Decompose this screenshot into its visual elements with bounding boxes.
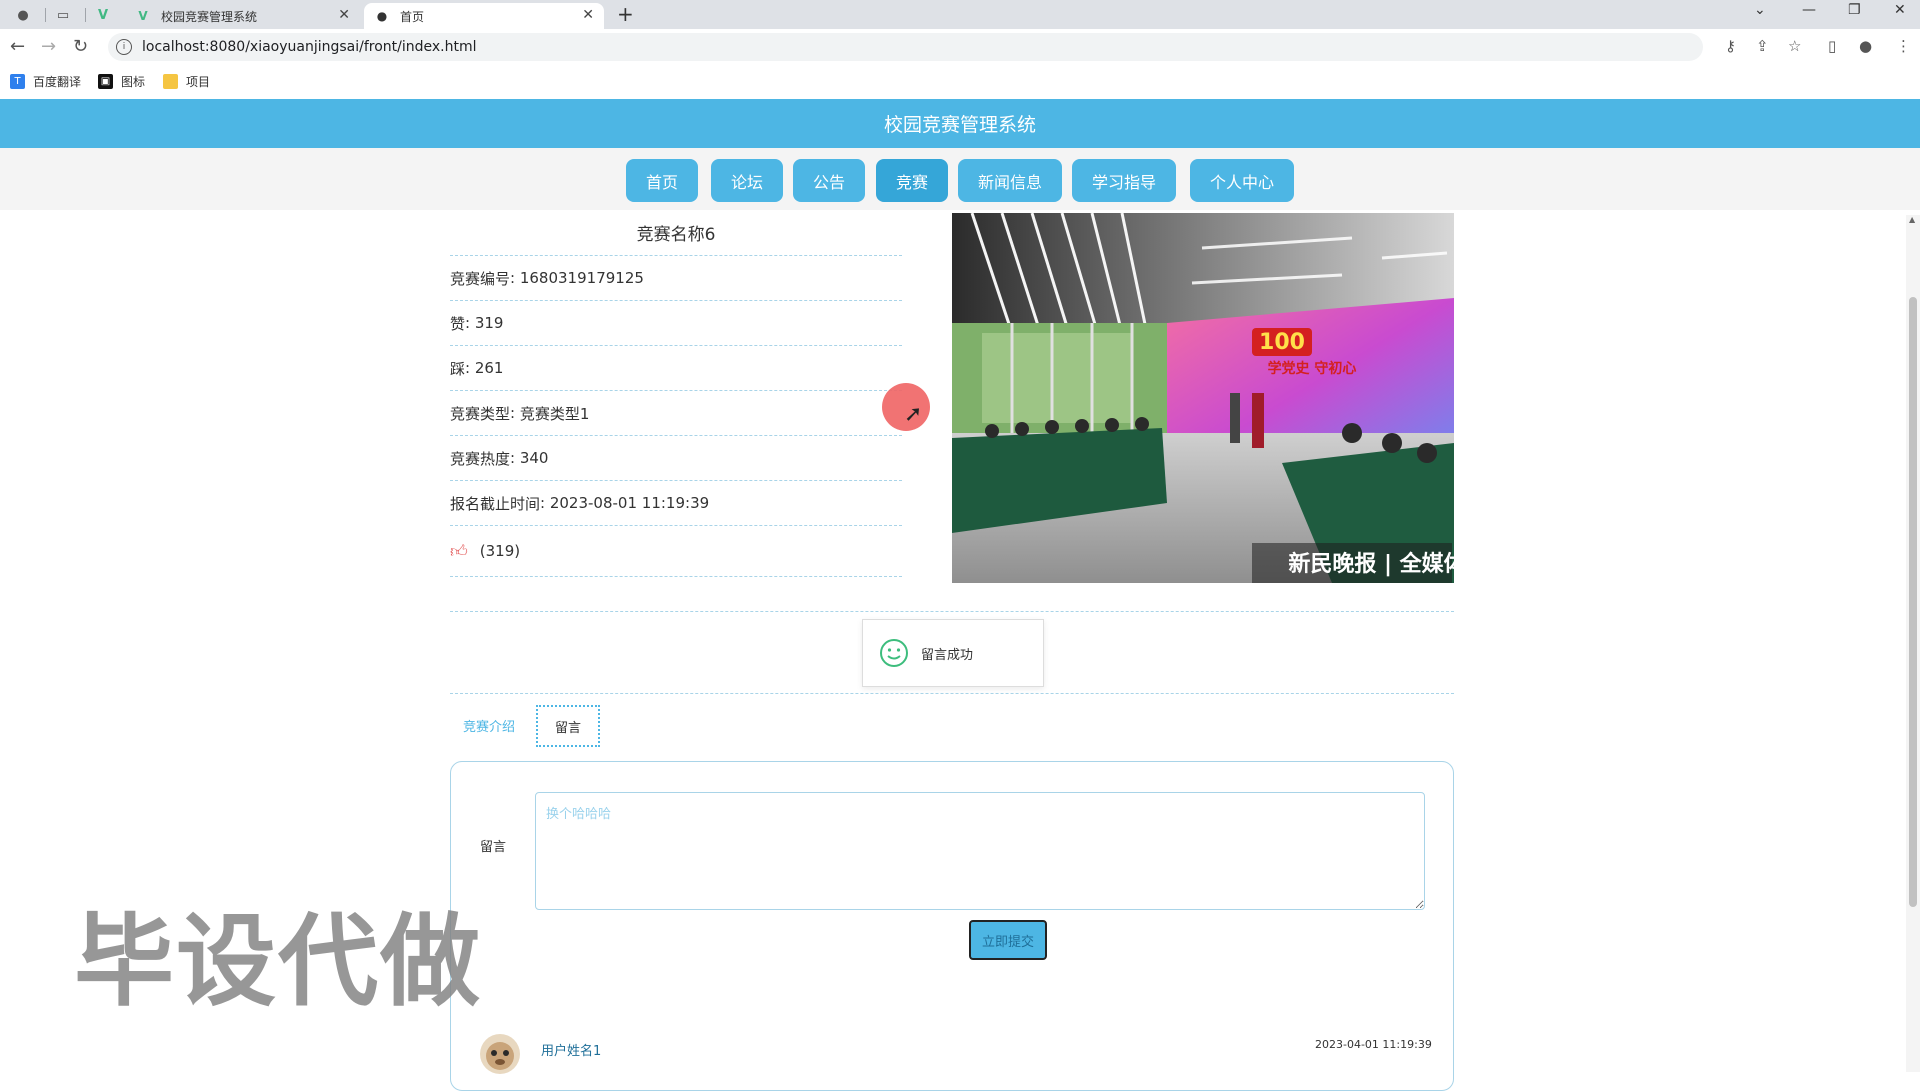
field-row-deadline: 报名截止时间: 2023-08-01 11:19:39 [450, 480, 902, 525]
nav-personal-center[interactable]: 个人中心 [1190, 159, 1294, 202]
image-caption: 新民晚报 | 全媒体 [1288, 551, 1454, 577]
bookmarks-bar: T 百度翻译 ▣ 图标 项目 [0, 65, 1920, 100]
browser-tab-bar: ● ▭ V V 校园竞赛管理系统 ✕ ● 首页 ✕ + ⌄ — ❐ ✕ [0, 0, 1920, 29]
field-row-heat: 竞赛热度: 340 [450, 435, 902, 480]
competition-title: 竞赛名称6 [636, 225, 716, 245]
reload-icon[interactable]: ↻ [73, 36, 88, 57]
bookmark-label: 项目 [186, 75, 211, 89]
field-label: 踩 [450, 359, 466, 378]
avatar[interactable] [480, 1034, 520, 1074]
field-value: 319 [474, 314, 504, 332]
bookmark-label: 百度翻译 [33, 75, 82, 89]
forward-arrow-icon[interactable]: → [41, 36, 56, 57]
field-value: 1680319179125 [519, 269, 644, 287]
new-tab-button[interactable]: + [617, 2, 634, 26]
nav-notice[interactable]: 公告 [793, 159, 865, 202]
scroll-up-arrow-icon[interactable]: ▲ [1909, 215, 1915, 224]
nav-study-guide[interactable]: 学习指导 [1072, 159, 1176, 202]
image-banner-text: 学党史 守初心 [1268, 360, 1357, 377]
watermark: 毕设代做 [74, 903, 482, 1020]
site-title: 校园竞赛管理系统 [883, 114, 1036, 136]
comment-label: 留言 [480, 840, 507, 855]
bookmark-project[interactable]: 项目 [163, 73, 210, 90]
folder-icon [163, 74, 178, 89]
url-text: localhost:8080/xiaoyuanjingsai/front/ind… [142, 39, 477, 55]
thumbs-up-icon[interactable]: 👍︎ [450, 541, 468, 562]
sidebar-icon[interactable]: ▯ [1828, 37, 1836, 55]
comment-time: 2023-04-01 11:19:39 [1315, 1038, 1432, 1051]
field-row-id: 竞赛编号: 1680319179125 [450, 255, 902, 300]
competition-image: 100 学党史 守初心 新民晚报 | 全媒体 [952, 213, 1454, 583]
tab-search-icon[interactable]: ⌄ [1754, 2, 1766, 18]
translate-icon: T [10, 74, 25, 89]
nav-competition[interactable]: 竞赛 [876, 159, 948, 202]
smile-icon [880, 639, 908, 667]
field-label: 竞赛热度 [450, 449, 511, 468]
tab-intro[interactable]: 竞赛介绍 [463, 716, 515, 735]
browser-tab-title: 首页 [400, 9, 425, 24]
restore-button[interactable]: ❐ [1848, 2, 1861, 18]
address-bar-row: ← → ↻ i localhost:8080/xiaoyuanjingsai/f… [0, 29, 1920, 65]
field-value: 竞赛类型1 [519, 404, 590, 423]
key-icon[interactable]: ⚷ [1725, 37, 1736, 55]
bookmark-icons[interactable]: ▣ 图标 [98, 73, 145, 90]
cursor-arrow-icon: ➚ [904, 402, 923, 427]
bookmark-label: 图标 [121, 75, 146, 89]
submit-button[interactable]: 立即提交 [969, 920, 1047, 960]
image-icon: ▣ [98, 74, 113, 89]
section-divider [450, 611, 1454, 612]
page-scrollbar[interactable]: ▲ [1906, 215, 1920, 1072]
browser-tab-system[interactable]: V 校园竞赛管理系统 ✕ [125, 3, 360, 29]
comment-user-name[interactable]: 用户姓名1 [541, 1040, 601, 1059]
image-logo-text: 100 [1259, 330, 1305, 355]
main-nav: 首页 论坛 公告 竞赛 新闻信息 学习指导 个人中心 [0, 148, 1920, 210]
success-toast: 留言成功 [862, 619, 1044, 687]
menu-icon[interactable]: ⋮ [1896, 37, 1911, 55]
nav-news[interactable]: 新闻信息 [958, 159, 1062, 202]
toast-message: 留言成功 [921, 647, 974, 663]
info-icon[interactable]: i [116, 39, 132, 55]
field-value: 2023-08-01 11:19:39 [549, 494, 710, 512]
globe-icon: ● [376, 9, 388, 23]
field-label: 报名截止时间 [450, 494, 541, 513]
field-value: 340 [519, 449, 549, 467]
site-header: 校园竞赛管理系统 [0, 99, 1920, 148]
avatar-image [480, 1034, 520, 1074]
globe-icon[interactable]: ● [8, 4, 38, 26]
star-icon[interactable]: ☆ [1788, 37, 1801, 55]
field-label: 竞赛类型 [450, 404, 511, 423]
back-arrow-icon[interactable]: ← [10, 36, 25, 57]
blank-tab-icon[interactable]: ▭ [48, 4, 78, 26]
vue-icon: V [138, 9, 148, 23]
competition-photo-graphic: 100 学党史 守初心 新民晚报 | 全媒体 [952, 213, 1454, 583]
tab-comment[interactable]: 留言 [536, 705, 600, 747]
close-icon[interactable]: ✕ [338, 7, 350, 23]
url-bar[interactable]: i localhost:8080/xiaoyuanjingsai/front/i… [108, 33, 1703, 61]
like-count: (319) [479, 542, 521, 560]
profile-icon[interactable]: ● [1859, 37, 1872, 55]
field-value: 261 [474, 359, 504, 377]
minimize-button[interactable]: — [1802, 2, 1816, 18]
share-icon[interactable]: ⇪ [1756, 37, 1769, 55]
close-window-button[interactable]: ✕ [1894, 2, 1906, 18]
browser-tab-home[interactable]: ● 首页 ✕ [364, 3, 604, 29]
field-row-type: 竞赛类型: 竞赛类型1 [450, 390, 902, 435]
nav-home[interactable]: 首页 [626, 159, 698, 202]
field-label: 赞 [450, 314, 466, 333]
nav-forum[interactable]: 论坛 [711, 159, 783, 202]
tab-separator [45, 8, 46, 22]
field-row-dislikes: 踩: 261 [450, 345, 902, 390]
field-row-likes: 赞: 319 [450, 300, 902, 345]
browser-tab-title: 校园竞赛管理系统 [161, 9, 258, 24]
vue-icon[interactable]: V [88, 4, 118, 26]
section-divider [450, 693, 1454, 694]
close-icon[interactable]: ✕ [582, 7, 594, 23]
field-label: 竞赛编号 [450, 269, 511, 288]
scroll-thumb[interactable] [1909, 297, 1917, 907]
comment-textarea[interactable] [535, 792, 1425, 910]
tab-separator [85, 8, 86, 22]
like-row: 👍︎ (319) [450, 525, 902, 577]
bookmark-translate[interactable]: T 百度翻译 [10, 73, 81, 90]
